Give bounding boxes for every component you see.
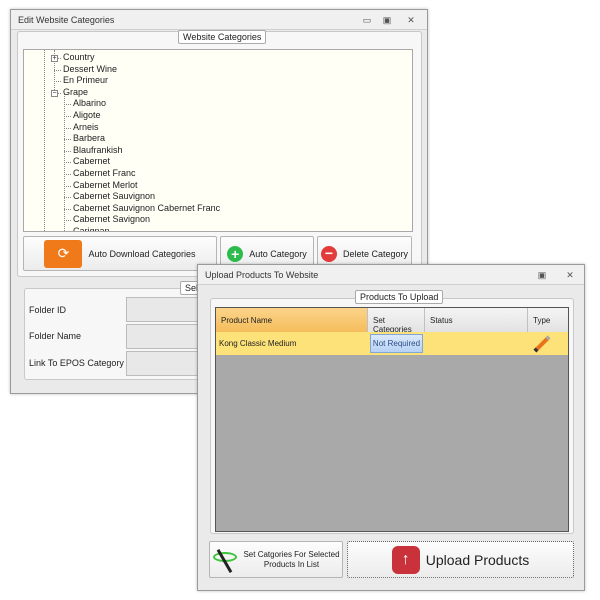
restore-button[interactable]: ▣ — [535, 269, 549, 281]
tree-node[interactable]: Cabernet Franc — [73, 168, 136, 178]
set-categories-selected-button[interactable]: Set Catgories For Selected Products In L… — [209, 541, 343, 578]
tree-node[interactable]: Carignan — [73, 226, 110, 231]
restore-button[interactable]: ▣ — [380, 14, 394, 26]
magic-wand-icon — [211, 546, 239, 574]
upload-products-button[interactable]: ↑ Upload Products — [347, 541, 574, 578]
category-tree[interactable]: + Country Dessert Wine En Primeur − Grape Alba… — [23, 49, 413, 232]
website-categories-label: Website Categories — [178, 30, 267, 44]
close-button[interactable]: ✕ — [563, 269, 577, 281]
tree-node[interactable]: Cabernet Merlot — [73, 180, 138, 190]
tree-node[interactable]: Cabernet Sauvignon — [73, 191, 155, 201]
tree-node[interactable]: Cabernet Sauvignon Cabernet Franc — [73, 203, 220, 213]
cell-product-name[interactable]: Kong Classic Medium — [216, 332, 368, 355]
products-to-upload-label: Products To Upload — [355, 290, 444, 304]
tree-node[interactable]: Barbera — [73, 133, 105, 143]
column-type[interactable]: Type — [528, 308, 568, 332]
auto-download-categories-button[interactable]: ⟳ Auto Download Categories — [23, 236, 217, 271]
cloud-upload-icon: ↑ — [391, 545, 420, 574]
expander-minus-icon[interactable]: − — [51, 89, 58, 97]
tree-node[interactable]: Grape — [63, 87, 88, 97]
delete-icon: − — [320, 245, 337, 262]
tree-node[interactable]: Cabernet — [73, 156, 110, 166]
column-product-name[interactable]: Product Name — [216, 308, 368, 332]
not-required-button[interactable]: Not Required — [370, 334, 423, 353]
close-button[interactable]: ✕ — [404, 14, 418, 26]
folder-refresh-icon: ⟳ — [44, 239, 83, 268]
tree-node[interactable]: Dessert Wine — [63, 64, 117, 74]
tree-node[interactable]: Albarino — [73, 98, 106, 108]
pencil-icon[interactable] — [533, 335, 551, 353]
folder-id-input[interactable] — [126, 297, 206, 322]
add-icon: + — [227, 245, 244, 262]
expander-plus-icon[interactable]: + — [51, 55, 58, 62]
link-epos-label: Link To EPOS Category — [29, 358, 124, 368]
folder-id-label: Folder ID — [29, 305, 67, 315]
tree-node[interactable]: Cabernet Savignon — [73, 214, 150, 224]
tree-node[interactable]: Arneis — [73, 122, 99, 132]
folder-name-input[interactable] — [126, 324, 206, 349]
folder-name-label: Folder Name — [29, 331, 82, 341]
products-grid[interactable]: Product Name Set Categories Status Type … — [215, 307, 569, 532]
tree-node[interactable]: Blaufrankish — [73, 145, 123, 155]
tree-node[interactable]: Country — [63, 52, 95, 62]
column-set-categories[interactable]: Set Categories — [368, 308, 425, 334]
minimize-button[interactable]: ▭ — [360, 14, 374, 26]
tree-node[interactable]: Aligote — [73, 110, 101, 120]
cell-type[interactable] — [528, 332, 568, 355]
cell-set-categories[interactable]: Not Required — [368, 332, 425, 355]
link-epos-input[interactable] — [126, 351, 206, 376]
cell-status[interactable] — [425, 332, 528, 355]
window-title: Upload Products To Website — [198, 265, 584, 285]
tree-node[interactable]: En Primeur — [63, 75, 108, 85]
column-status[interactable]: Status — [425, 308, 528, 332]
